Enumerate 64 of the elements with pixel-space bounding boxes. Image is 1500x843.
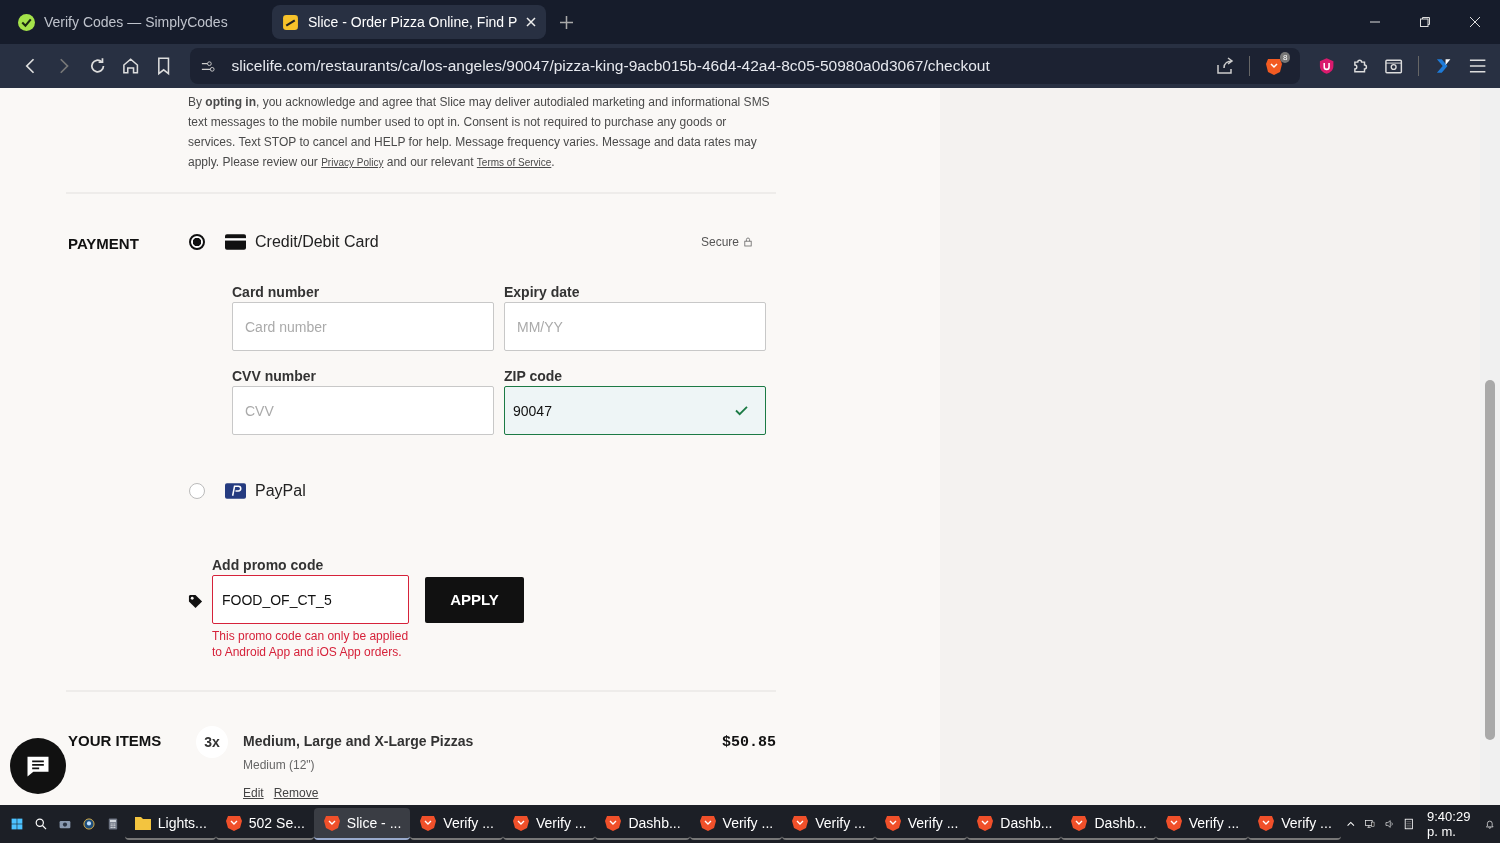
taskbar-app[interactable]: Dashb... bbox=[967, 808, 1062, 840]
url-text: slicelife.com/restaurants/ca/los-angeles/90047/pizza-king-9acb015b-46d4-42a4-8c05-50980a0d3067/checkout bbox=[231, 57, 990, 75]
field-label: Expiry date bbox=[504, 284, 581, 300]
taskbar-app[interactable]: 502 Se... bbox=[215, 808, 314, 840]
payment-method-label: PayPal bbox=[255, 482, 306, 500]
taskbar-app[interactable]: Verify ... bbox=[1248, 808, 1341, 840]
close-icon[interactable] bbox=[526, 17, 537, 27]
new-tab-icon[interactable] bbox=[560, 15, 574, 29]
reader-icon[interactable] bbox=[1384, 56, 1404, 76]
taskbar-app[interactable]: Slice - ... bbox=[313, 808, 411, 840]
share-icon[interactable] bbox=[1215, 56, 1236, 76]
taskbar-app[interactable]: Verify ... bbox=[874, 808, 968, 840]
item-name: Medium, Large and X-Large Pizzas bbox=[243, 733, 475, 749]
browser-tab[interactable]: Verify Codes — SimplyCodes bbox=[8, 5, 258, 39]
taskbar-app[interactable]: Verify ... bbox=[502, 808, 596, 840]
browser-tab[interactable]: Slice - Order Pizza Online, Find P bbox=[272, 5, 547, 39]
item-detail: Medium (12") bbox=[243, 758, 316, 772]
field-label: CVV number bbox=[232, 368, 317, 384]
policy-link[interactable]: Privacy Policy bbox=[321, 157, 384, 168]
quantity-badge: 3x bbox=[196, 726, 228, 758]
card-icon bbox=[225, 234, 246, 250]
paypal-icon bbox=[225, 483, 246, 499]
taskbar-app[interactable]: Verify ... bbox=[689, 808, 783, 840]
taskbar-app[interactable]: Verify ... bbox=[410, 808, 503, 840]
error-message: This promo code can only be applied to Android App and iOS App orders. bbox=[212, 628, 410, 660]
input-field[interactable]: MM/YY bbox=[504, 302, 766, 351]
clock-text[interactable]: 9:40:29 p. m. bbox=[1427, 809, 1473, 839]
restore-icon[interactable] bbox=[1419, 16, 1431, 28]
taskbar-app[interactable]: Dashb... bbox=[595, 808, 690, 840]
field-label: ZIP code bbox=[504, 368, 564, 384]
site-settings-icon[interactable] bbox=[200, 58, 216, 74]
section-title: YOUR ITEMS bbox=[68, 731, 163, 751]
scrollbar[interactable] bbox=[1480, 88, 1500, 805]
input-field[interactable]: Card number bbox=[232, 302, 494, 351]
check-icon bbox=[735, 405, 748, 416]
item-action-link[interactable]: Remove bbox=[273, 786, 319, 800]
payment-method-label: Credit/Debit Card bbox=[255, 233, 379, 251]
menu-icon[interactable] bbox=[1467, 56, 1487, 76]
item-price: $50.85 bbox=[722, 733, 776, 751]
close-icon[interactable] bbox=[1469, 16, 1481, 28]
consent-text: By opting in, you acknowledge and agree that Slice may deliver autodialed marketing and informational SMS text messages to the mobile number used to opt in. Consent is not required to purchase any goods or services. Text STOP to cancel and HELP for help. Message frequency varies. Message and data rates may apply. Please review our Privacy Policy and our relevant Terms of Service. bbox=[188, 94, 771, 171]
item-action-link[interactable]: Edit bbox=[243, 786, 264, 800]
home-icon[interactable] bbox=[120, 56, 141, 76]
folder-icon bbox=[133, 814, 152, 832]
taskbar-app[interactable]: Dashb... bbox=[1061, 808, 1156, 840]
field-label: Add promo code bbox=[212, 557, 325, 573]
apply-button[interactable]: APPLY bbox=[425, 576, 524, 623]
shields-count-badge: 8 bbox=[1280, 52, 1291, 63]
lock-icon bbox=[744, 237, 752, 247]
promo-code-field[interactable]: FOOD_OF_CT_5 bbox=[212, 575, 409, 624]
check-logo-icon bbox=[18, 13, 35, 31]
field-label: Card number bbox=[232, 284, 321, 300]
taskbar-app[interactable]: Verify ... bbox=[782, 808, 875, 840]
radio-button[interactable] bbox=[189, 234, 205, 250]
section-title: PAYMENT bbox=[68, 234, 140, 254]
tag-icon bbox=[188, 594, 203, 609]
chat-button[interactable] bbox=[10, 738, 66, 794]
address-bar[interactable]: slicelife.com/restaurants/ca/los-angeles/90047/pizza-king-9acb015b-46d4-42a4-8c05-50980a0d3067/checkout 8 bbox=[190, 48, 1301, 84]
input-field[interactable]: 90047 bbox=[504, 386, 766, 435]
taskbar-app[interactable]: Verify ... bbox=[1155, 808, 1249, 840]
taskbar-app[interactable]: Lights... bbox=[124, 808, 216, 840]
input-field[interactable]: CVV bbox=[232, 386, 494, 435]
secure-label: Secure bbox=[700, 235, 739, 249]
radio-button[interactable] bbox=[189, 483, 205, 499]
